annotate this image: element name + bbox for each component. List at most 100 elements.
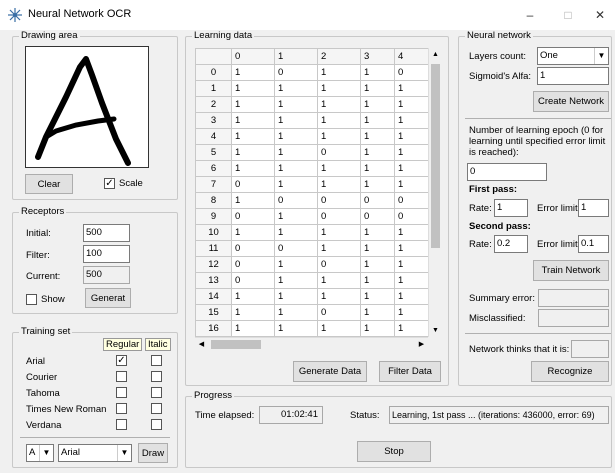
layers-count-select[interactable]: One ▼ bbox=[537, 47, 609, 65]
table-row[interactable]: 11 0 0 1 1 1 bbox=[195, 240, 429, 257]
table-cell[interactable]: 0 bbox=[317, 304, 361, 321]
table-cell[interactable]: 0 bbox=[231, 272, 275, 289]
first-rate-input[interactable]: 1 bbox=[494, 199, 528, 217]
arial-regular-checkbox[interactable]: ✓ bbox=[116, 355, 127, 366]
initial-input[interactable]: 500 bbox=[83, 224, 130, 242]
table-cell[interactable]: 1 bbox=[317, 80, 361, 97]
table-cell[interactable]: 1 bbox=[317, 160, 361, 177]
table-cell[interactable]: 1 bbox=[274, 320, 318, 337]
table-cell[interactable]: 0 bbox=[317, 144, 361, 161]
table-cell[interactable]: 0 bbox=[231, 176, 275, 193]
minimize-button[interactable]: – bbox=[515, 4, 545, 26]
table-cell[interactable]: 1 bbox=[231, 288, 275, 305]
scroll-thumb[interactable] bbox=[431, 64, 440, 248]
table-cell[interactable]: 1 bbox=[360, 304, 395, 321]
table-cell[interactable]: 1 bbox=[231, 304, 275, 321]
table-cell[interactable]: 1 bbox=[317, 240, 361, 257]
table-row[interactable]: 611111 bbox=[195, 160, 429, 177]
table-cell[interactable]: 0 bbox=[317, 208, 361, 225]
table-cell[interactable]: 1 bbox=[317, 64, 361, 81]
generate-receptors-button[interactable]: Generat bbox=[85, 288, 131, 308]
letter-select[interactable]: A ▼ bbox=[26, 444, 54, 462]
recognize-button[interactable]: Recognize bbox=[531, 361, 609, 382]
table-cell[interactable]: 1 bbox=[231, 64, 275, 81]
table-cell[interactable]: 1 bbox=[317, 112, 361, 129]
table-cell[interactable]: 1 bbox=[360, 96, 395, 113]
table-cell[interactable]: 1 bbox=[360, 64, 395, 81]
table-row[interactable]: 16 1 1 1 1 1 bbox=[195, 320, 429, 337]
table-cell[interactable]: 1 bbox=[360, 240, 395, 257]
scroll-up-icon[interactable]: ▲ bbox=[429, 48, 442, 61]
table-cell[interactable]: 1 bbox=[394, 128, 429, 145]
table-cell[interactable]: 1 bbox=[231, 112, 275, 129]
table-cell[interactable]: 1 bbox=[360, 144, 395, 161]
table-cell[interactable]: 1 bbox=[360, 176, 395, 193]
table-row[interactable]: 12 0 1 0 1 1 bbox=[195, 256, 429, 273]
table-cell[interactable]: 0 bbox=[360, 208, 395, 225]
table-row[interactable]: 901000 bbox=[195, 208, 429, 225]
table-cell[interactable]: 0 bbox=[394, 64, 429, 81]
table-row[interactable]: 810000 bbox=[195, 192, 429, 209]
table-cell[interactable]: 1 bbox=[360, 160, 395, 177]
table-row[interactable]: 211111 bbox=[195, 96, 429, 113]
verdana-italic-checkbox[interactable] bbox=[151, 419, 162, 430]
table-cell[interactable]: 1 bbox=[274, 224, 318, 241]
table-cell[interactable]: 0 bbox=[394, 192, 429, 209]
courier-regular-checkbox[interactable] bbox=[116, 371, 127, 382]
table-cell[interactable]: 1 bbox=[274, 144, 318, 161]
courier-italic-checkbox[interactable] bbox=[151, 371, 162, 382]
table-cell[interactable]: 1 bbox=[394, 160, 429, 177]
table-row[interactable]: 701111 bbox=[195, 176, 429, 193]
table-cell[interactable]: 1 bbox=[394, 224, 429, 241]
table-cell[interactable]: 0 bbox=[231, 208, 275, 225]
table-cell[interactable]: 0 bbox=[317, 192, 361, 209]
second-rate-input[interactable]: 0.2 bbox=[494, 235, 528, 253]
table-cell[interactable]: 1 bbox=[394, 80, 429, 97]
font-select[interactable]: Arial ▼ bbox=[58, 444, 132, 462]
table-cell[interactable]: 1 bbox=[231, 160, 275, 177]
scroll-left-icon[interactable]: ◀ bbox=[195, 338, 208, 351]
table-horizontal-scrollbar[interactable]: ◀ ▶ bbox=[195, 337, 428, 350]
table-cell[interactable]: 0 bbox=[274, 240, 318, 257]
sigmoid-input[interactable]: 1 bbox=[537, 67, 609, 85]
table-cell[interactable]: 0 bbox=[274, 192, 318, 209]
table-cell[interactable]: 1 bbox=[317, 288, 361, 305]
table-cell[interactable]: 1 bbox=[360, 272, 395, 289]
table-row[interactable]: 13 0 1 1 1 1 bbox=[195, 272, 429, 289]
create-network-button[interactable]: Create Network bbox=[533, 91, 609, 112]
times-italic-checkbox[interactable] bbox=[151, 403, 162, 414]
table-vertical-scrollbar[interactable]: ▲ ▼ bbox=[428, 48, 441, 337]
table-cell[interactable]: 1 bbox=[360, 128, 395, 145]
table-cell[interactable]: 1 bbox=[231, 80, 275, 97]
clear-button[interactable]: Clear bbox=[25, 174, 73, 194]
maximize-button[interactable]: □ bbox=[553, 4, 583, 26]
table-row[interactable]: 511011 bbox=[195, 144, 429, 161]
show-checkbox[interactable] bbox=[26, 294, 37, 305]
table-cell[interactable]: 1 bbox=[394, 304, 429, 321]
table-cell[interactable]: 1 bbox=[360, 80, 395, 97]
filter-input[interactable]: 100 bbox=[83, 245, 130, 263]
table-cell[interactable]: 1 bbox=[231, 192, 275, 209]
tahoma-regular-checkbox[interactable] bbox=[116, 387, 127, 398]
verdana-regular-checkbox[interactable] bbox=[116, 419, 127, 430]
close-button[interactable]: ✕ bbox=[585, 4, 615, 26]
table-cell[interactable]: 0 bbox=[394, 208, 429, 225]
generate-data-button[interactable]: Generate Data bbox=[293, 361, 367, 382]
table-cell[interactable]: 1 bbox=[274, 80, 318, 97]
table-cell[interactable]: 1 bbox=[394, 256, 429, 273]
table-cell[interactable]: 1 bbox=[274, 112, 318, 129]
table-cell[interactable]: 1 bbox=[394, 272, 429, 289]
table-cell[interactable]: 1 bbox=[394, 288, 429, 305]
table-cell[interactable]: 1 bbox=[317, 272, 361, 289]
table-row[interactable]: 10 1 1 1 1 1 bbox=[195, 224, 429, 241]
epoch-input[interactable]: 0 bbox=[467, 163, 547, 181]
stop-button[interactable]: Stop bbox=[357, 441, 431, 462]
table-row[interactable]: 14 1 1 1 1 1 bbox=[195, 288, 429, 305]
train-network-button[interactable]: Train Network bbox=[533, 260, 609, 281]
table-cell[interactable]: 0 bbox=[231, 256, 275, 273]
table-cell[interactable]: 0 bbox=[231, 240, 275, 257]
table-cell[interactable]: 1 bbox=[360, 288, 395, 305]
table-cell[interactable]: 1 bbox=[274, 160, 318, 177]
table-cell[interactable]: 1 bbox=[360, 256, 395, 273]
table-cell[interactable]: 0 bbox=[360, 192, 395, 209]
